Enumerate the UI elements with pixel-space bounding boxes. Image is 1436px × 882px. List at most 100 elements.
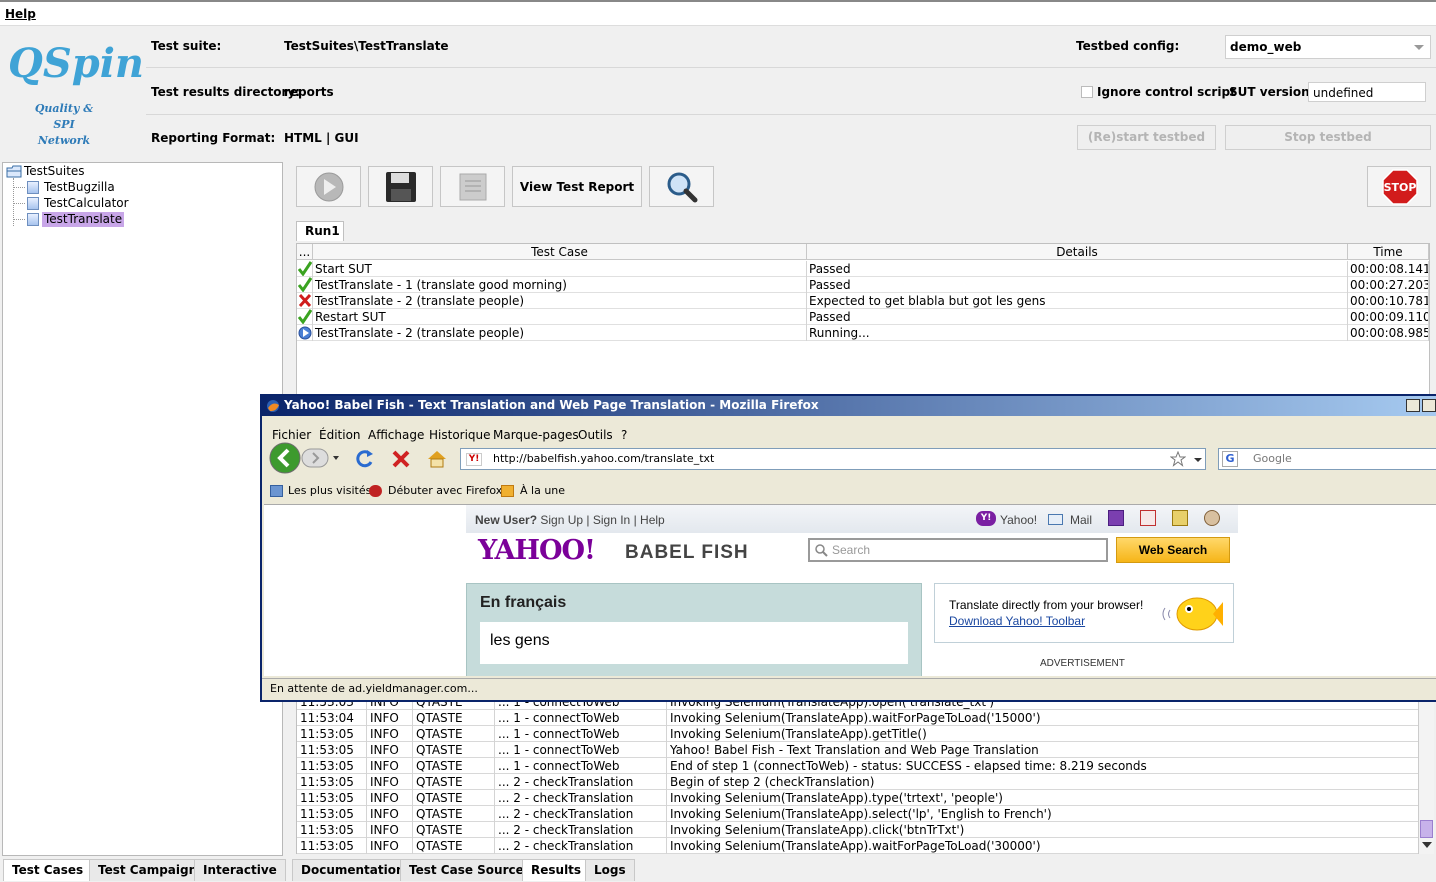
chevron-down-icon — [1414, 45, 1424, 50]
menu-fichier[interactable]: Fichier — [272, 428, 311, 442]
details-cell: Passed — [807, 277, 1348, 293]
log-level-cell: INFO — [367, 774, 413, 790]
bookmark-getting-started[interactable]: Débuter avec Firefox — [388, 484, 502, 497]
log-row[interactable]: 11:53:05 INFO QTASTE... 1 - connectToWeb Ya… — [297, 742, 1419, 758]
sign-up-link[interactable]: Sign Up — [540, 513, 583, 527]
stop-loading-icon[interactable] — [390, 448, 412, 470]
menu-historique[interactable]: Historique — [429, 428, 491, 442]
log-message-cell: Yahoo! Babel Fish - Text Translation and… — [667, 742, 1419, 758]
tab-documentation[interactable]: Documentation — [292, 859, 414, 881]
test-suite-value: TestSuites\TestTranslate — [284, 39, 449, 53]
star-bookmark-icon[interactable] — [1170, 451, 1186, 467]
scroll-down-arrow-icon[interactable] — [1422, 842, 1432, 848]
menu-affichage[interactable]: Affichage — [368, 428, 424, 442]
column-header-test-case[interactable]: Test Case — [313, 244, 807, 260]
menu-edition[interactable]: Édition — [319, 428, 361, 442]
tree-item-testtranslate[interactable]: TestTranslate — [42, 212, 125, 227]
restart-testbed-button[interactable]: (Re)start testbed — [1077, 125, 1216, 150]
minimize-button[interactable] — [1406, 399, 1420, 412]
google-engine-icon[interactable]: G — [1222, 451, 1238, 467]
column-header-time[interactable]: Time — [1348, 244, 1429, 260]
back-forward-icons[interactable] — [268, 442, 348, 474]
ignore-control-script-checkbox[interactable] — [1081, 86, 1093, 98]
url-bar[interactable]: http://babelfish.yahoo.com/translate_txt — [460, 448, 1206, 470]
tab-test-case-source[interactable]: Test Case Source — [400, 859, 533, 881]
download-toolbar-link[interactable]: Download Yahoo! Toolbar — [949, 614, 1085, 628]
log-source-cell: QTASTE — [413, 726, 495, 742]
log-row[interactable]: 11:53:05 INFO QTASTE... 1 - connectToWeb En… — [297, 758, 1419, 774]
log-row[interactable]: 11:53:05 INFO QTASTE... 2 - checkTranslati… — [297, 822, 1419, 838]
home-icon[interactable] — [426, 448, 448, 470]
finance-icon[interactable] — [1172, 510, 1188, 526]
ignore-control-script-label: Ignore control script — [1097, 85, 1236, 99]
table-row[interactable]: TestTranslate - 2 (translate people) Runn… — [297, 325, 1429, 341]
tab-test-cases[interactable]: Test Cases — [3, 859, 93, 881]
help-link[interactable]: Help — [640, 513, 665, 527]
log-step-cell: ... 2 - checkTranslation — [495, 774, 667, 790]
file-icon — [27, 213, 39, 226]
table-row[interactable]: TestTranslate - 2 (translate people) Expe… — [297, 293, 1429, 309]
test-case-cell: Restart SUT — [313, 309, 807, 325]
save-button[interactable] — [368, 166, 433, 207]
google-search-input[interactable]: Google — [1218, 448, 1436, 470]
time-cell: 00:00:09.110 — [1350, 309, 1429, 325]
testbed-config-select[interactable]: demo_web — [1225, 35, 1431, 59]
time-cell: 00:00:10.781 — [1350, 293, 1429, 309]
stop-testbed-button[interactable]: Stop testbed — [1225, 125, 1431, 150]
tab-logs[interactable]: Logs — [585, 859, 635, 881]
translation-result-box: En français les gens — [466, 583, 922, 676]
log-row[interactable]: 11:53:04 INFO QTASTE... 1 - connectToWeb In… — [297, 710, 1419, 726]
tab-results[interactable]: Results — [522, 859, 591, 881]
table-row[interactable]: TestTranslate - 1 (translate good mornin… — [297, 277, 1429, 293]
time-cell: 00:00:08.141 — [1350, 261, 1429, 277]
debug-button[interactable] — [440, 166, 505, 207]
stop-button[interactable]: STOP — [1367, 166, 1431, 207]
tree-root-testsuites[interactable]: TestSuites — [24, 164, 85, 179]
column-header-details[interactable]: Details — [807, 244, 1348, 260]
view-test-report-button[interactable]: View Test Report — [512, 166, 642, 207]
log-row[interactable]: 11:53:05 INFO QTASTE... 2 - checkTranslati… — [297, 790, 1419, 806]
help-menu[interactable]: Help — [5, 7, 36, 21]
log-row[interactable]: 11:53:05 INFO QTASTE... 1 - connectToWeb In… — [297, 726, 1419, 742]
search-button[interactable] — [649, 166, 714, 207]
yahoo-home-link[interactable]: Yahoo! — [1000, 513, 1037, 527]
tab-interactive[interactable]: Interactive — [194, 859, 286, 881]
sut-version-input[interactable]: undefined — [1308, 82, 1426, 102]
log-time-cell: 11:53:05 — [297, 742, 367, 758]
menu-marque-pages[interactable]: Marque-pages — [493, 428, 579, 442]
mail-link[interactable]: Mail — [1070, 513, 1092, 527]
my-yahoo-icon[interactable] — [1108, 510, 1124, 526]
firefox-titlebar[interactable]: Yahoo! Babel Fish - Text Translation and… — [262, 396, 1436, 416]
table-row[interactable]: Restart SUT Passed 00:00:09.110 — [297, 309, 1429, 325]
tab-test-campaign[interactable]: Test Campaign — [89, 859, 207, 881]
url-dropdown-icon[interactable] — [1194, 458, 1202, 462]
run-button[interactable] — [296, 166, 361, 207]
yahoo-search-input[interactable]: Search — [808, 538, 1108, 562]
menu-outils[interactable]: Outils — [578, 428, 613, 442]
tree-item-testbugzilla[interactable]: TestBugzilla — [44, 180, 115, 195]
scrollbar-thumb[interactable] — [1420, 820, 1433, 838]
column-header-status[interactable]: ... — [297, 244, 313, 260]
table-row[interactable]: Start SUT Passed 00:00:08.141 — [297, 261, 1429, 277]
log-message-cell: Begin of step 2 (checkTranslation) — [667, 774, 1419, 790]
games-icon[interactable] — [1204, 510, 1220, 526]
web-search-button[interactable]: Web Search — [1116, 537, 1230, 563]
maximize-button[interactable] — [1422, 399, 1436, 412]
sign-in-link[interactable]: Sign In — [593, 513, 630, 527]
checkmark-icon — [297, 309, 313, 325]
bookmark-a-la-une[interactable]: À la une — [520, 484, 565, 497]
tab-run1[interactable]: Run1 — [296, 221, 344, 241]
log-row[interactable]: 11:53:05 INFO QTASTE... 2 - checkTranslati… — [297, 838, 1419, 854]
details-cell: Expected to get blabla but got les gens — [807, 293, 1348, 309]
yahoo-logo[interactable]: YAHOO! — [478, 535, 596, 566]
log-row[interactable]: 11:53:05 INFO QTASTE... 2 - checkTranslati… — [297, 806, 1419, 822]
calendar-icon[interactable] — [1140, 510, 1156, 526]
log-level-cell: INFO — [367, 742, 413, 758]
tree-item-testcalculator[interactable]: TestCalculator — [44, 196, 129, 211]
bookmark-most-visited[interactable]: Les plus visités — [288, 484, 371, 497]
menu-help[interactable]: ? — [621, 428, 627, 442]
details-cell: Passed — [807, 309, 1348, 325]
log-row[interactable]: 11:53:05 INFO QTASTE... 2 - checkTranslati… — [297, 774, 1419, 790]
logs-scrollbar[interactable] — [1418, 700, 1434, 854]
reload-icon[interactable] — [354, 448, 376, 470]
